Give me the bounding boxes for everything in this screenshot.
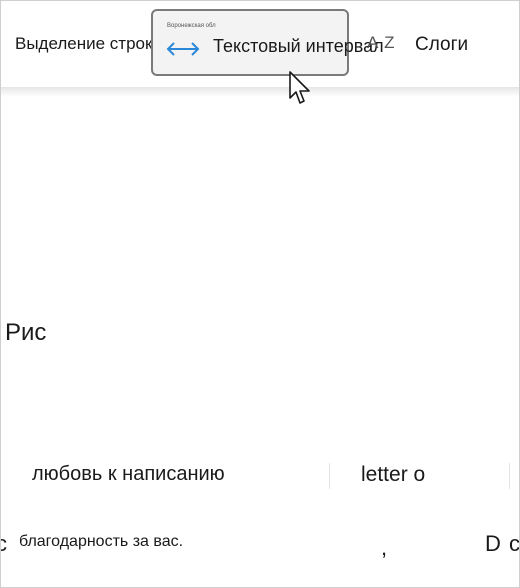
document-text-phrase: letter o [361,463,426,486]
spacing-preview-text: Воронежская обл [167,23,216,29]
mouse-cursor-icon [289,71,310,104]
document-text-phrase: любовь к написанию [32,463,225,485]
document-text-phrase: благодарность за вас. [19,533,184,550]
document-text-word: Рис [5,319,47,346]
toolbar: Выделение строк Воронежская обл Текстовы… [1,1,519,91]
line-focus-button[interactable]: Выделение строк [15,34,152,54]
document-text-fragment: c [509,531,520,556]
divider [509,463,510,489]
text-spacing-label: Текстовый интервал [213,36,384,56]
syllables-az-icon: A Z [367,33,396,52]
immersive-reader-window: Выделение строк Воронежская обл Текстовы… [0,0,520,588]
double-arrow-icon [166,42,200,56]
document-text-fragment: D [485,531,501,556]
document-text-fragment: , [381,535,388,560]
toolbar-shadow [1,87,519,97]
divider [329,463,330,489]
syllables-button[interactable]: Слоги [415,34,468,56]
document-text-fragment: c [1,531,7,557]
text-spacing-button[interactable]: Воронежская обл Текстовый интервал [151,9,384,76]
